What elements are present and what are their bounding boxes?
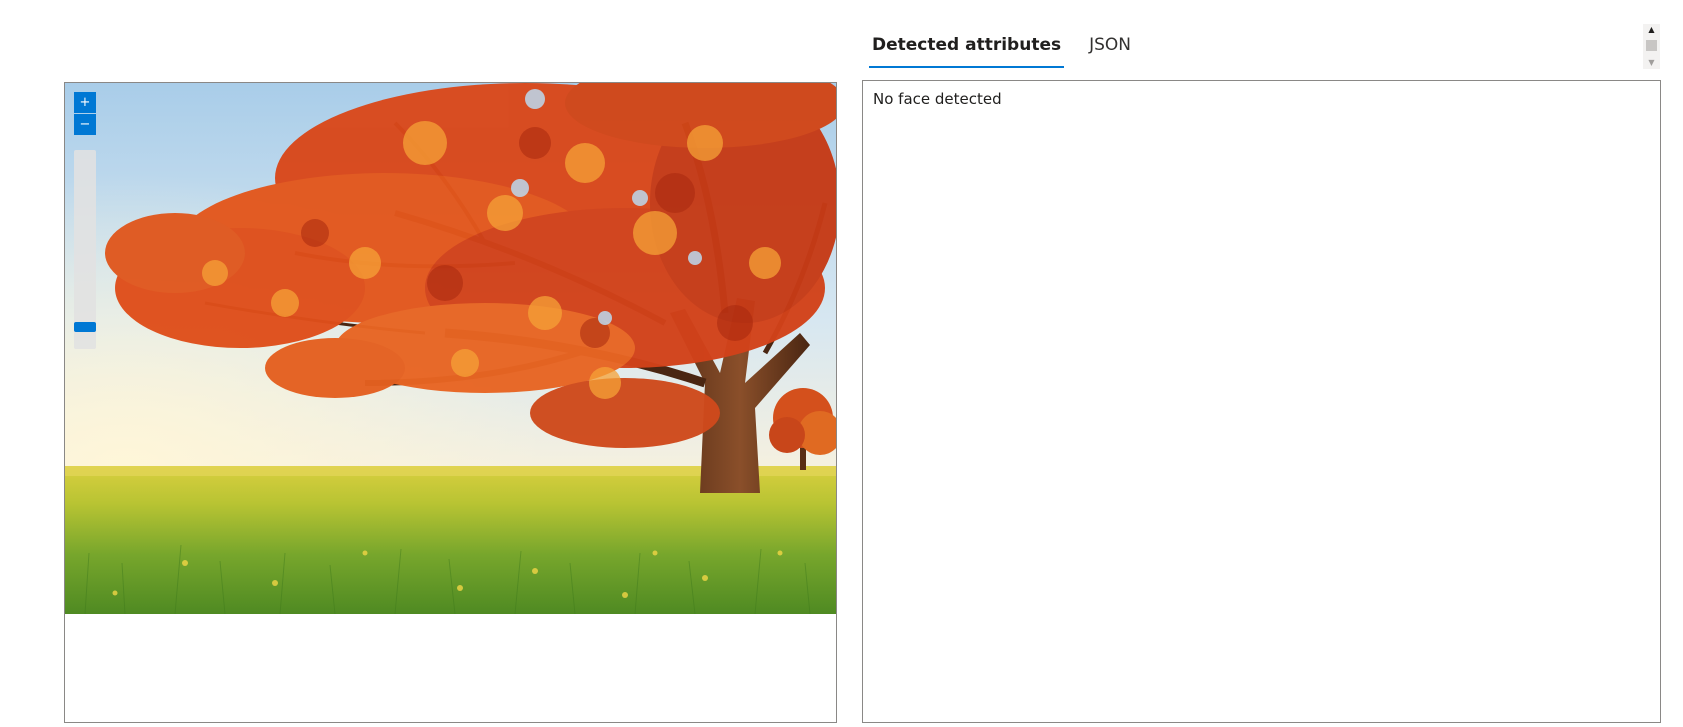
zoom-slider[interactable]: [74, 150, 96, 349]
zoom-in-button[interactable]: +: [74, 92, 96, 113]
scroll-down-icon[interactable]: ▼: [1643, 57, 1660, 69]
analyzed-photo: [65, 83, 836, 614]
tab-detected-attributes[interactable]: Detected attributes: [869, 26, 1065, 68]
zoom-out-button[interactable]: −: [74, 114, 96, 135]
scrollbar-thumb[interactable]: [1646, 40, 1657, 51]
result-tabs: Detected attributes JSON: [869, 26, 1156, 68]
tabs-scrollbar[interactable]: ▲ ▼: [1643, 24, 1660, 69]
zoom-controls: + −: [74, 92, 96, 349]
zoom-slider-thumb[interactable]: [74, 322, 96, 332]
image-viewer: + −: [64, 82, 837, 723]
results-panel: No face detected: [862, 80, 1661, 723]
tab-json[interactable]: JSON: [1086, 26, 1134, 68]
scroll-up-icon[interactable]: ▲: [1643, 24, 1660, 36]
no-face-message: No face detected: [873, 90, 1002, 108]
